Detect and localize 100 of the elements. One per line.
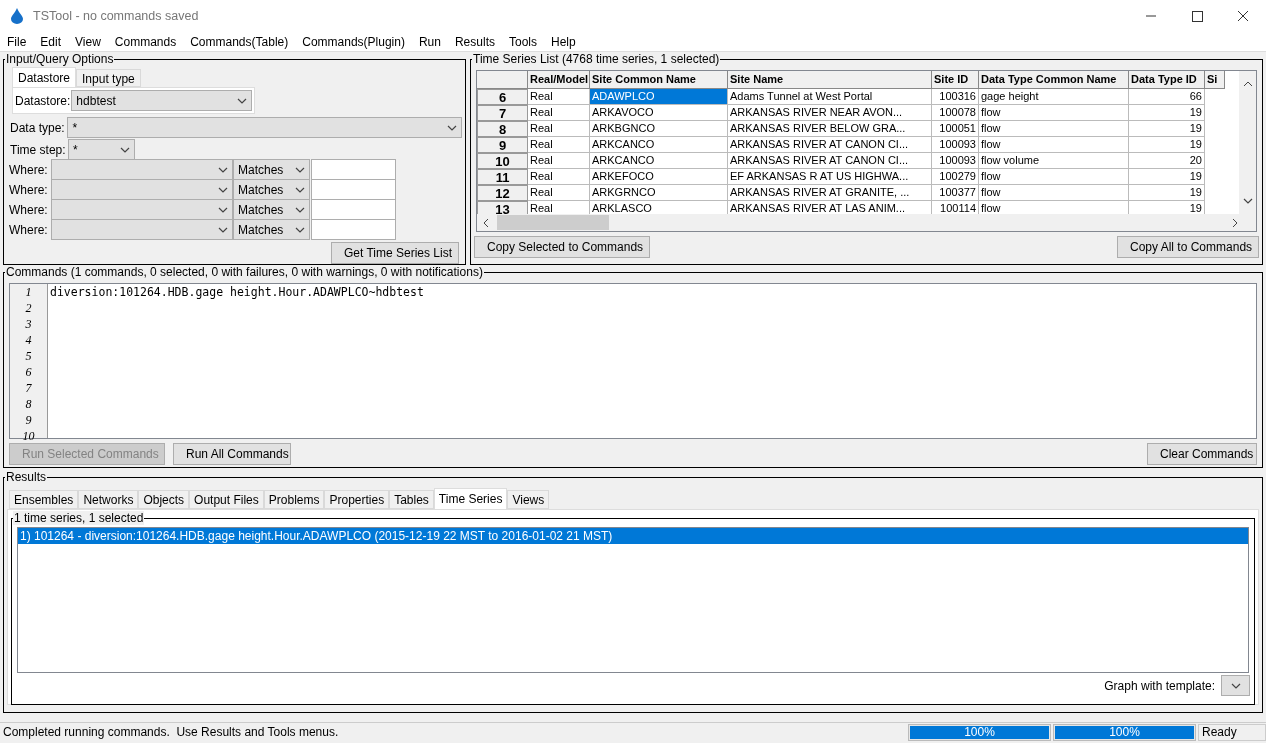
table-cell: flow	[979, 137, 1129, 153]
tab[interactable]: Datastore	[12, 67, 77, 87]
scrollbar-thumb[interactable]	[497, 215, 609, 230]
operator-dropdown[interactable]: Matches	[233, 219, 310, 240]
button[interactable]: Run All Commands	[173, 443, 291, 465]
operator-dropdown[interactable]: Matches	[233, 199, 310, 220]
column-header[interactable]: Data Type ID	[1129, 71, 1205, 89]
chevron-down-icon	[218, 206, 228, 213]
table-cell: 100316	[932, 89, 979, 105]
dropdown[interactable]: hdbtest	[71, 90, 252, 111]
line-number: 9	[25, 412, 32, 428]
line-number: 3	[25, 316, 32, 332]
table-cell: ARKCANCO	[590, 153, 728, 169]
menu-item[interactable]: Commands(Table)	[183, 32, 296, 51]
line-number: 2	[25, 300, 32, 316]
table-cell: 19	[1129, 105, 1205, 121]
column-header[interactable]: Site ID	[932, 71, 979, 89]
menu-item[interactable]: Commands(Plugin)	[295, 32, 412, 51]
table-cell: flow	[979, 121, 1129, 137]
where-dropdown[interactable]	[51, 219, 233, 240]
button[interactable]: Get Time Series List	[331, 242, 459, 264]
line-number: 8	[25, 396, 32, 412]
progress-reading: 100%	[963, 724, 996, 740]
menu-item[interactable]: Results	[447, 32, 502, 51]
chevron-down-icon	[1230, 682, 1241, 689]
menu-item[interactable]: Run	[411, 32, 448, 51]
status-message: Completed running commands. Use Results and Tools menus.	[2, 724, 340, 741]
input-field[interactable]	[311, 179, 396, 200]
table-cell: ARKAVOCO	[590, 105, 728, 121]
where-dropdown[interactable]	[51, 159, 233, 180]
chevron-down-icon	[295, 226, 305, 233]
table-cell: 66	[1129, 89, 1205, 105]
input-field[interactable]	[311, 159, 396, 180]
table-cell: ARKANSAS RIVER AT CANON CI...	[728, 153, 932, 169]
input-field[interactable]	[311, 199, 396, 220]
chevron-down-icon	[237, 97, 247, 104]
where-dropdown[interactable]	[51, 179, 233, 200]
tab[interactable]: Time Series	[433, 488, 508, 509]
menu-item[interactable]: Commands	[107, 32, 184, 51]
window-title: TSTool - no commands saved	[33, 7, 199, 25]
tab[interactable]: Views	[507, 490, 550, 509]
field-label: Where:	[9, 161, 49, 179]
menu-item[interactable]: Edit	[33, 32, 69, 51]
column-header[interactable]: Real/Model	[528, 71, 590, 89]
input-field[interactable]	[311, 219, 396, 240]
tab[interactable]: Tables	[389, 490, 434, 509]
row-number: 11	[477, 169, 528, 185]
table-cell: Real	[528, 137, 590, 153]
row-number: 7	[477, 105, 528, 121]
row-number: 10	[477, 153, 528, 169]
tab[interactable]: Properties	[324, 490, 390, 509]
button[interactable]: Copy All to Commands	[1117, 236, 1259, 258]
operator-dropdown[interactable]: Matches	[233, 159, 310, 180]
menu-item[interactable]: Tools	[501, 32, 544, 51]
tab[interactable]: Output Files	[189, 490, 264, 509]
table-cell: EF ARKANSAS R AT US HIGHWA...	[728, 169, 932, 185]
table-cell: 100279	[932, 169, 979, 185]
menu-item[interactable]: Help	[544, 32, 583, 51]
button[interactable]: Clear Commands	[1147, 443, 1257, 465]
tab[interactable]: Ensembles	[9, 490, 79, 509]
dropdown[interactable]: *	[68, 139, 135, 160]
tab[interactable]: Input type	[76, 69, 141, 87]
table-cell: 100078	[932, 105, 979, 121]
table-cell: ARKGRNCO	[590, 185, 728, 201]
line-number: 5	[25, 348, 32, 364]
chevron-down-icon	[120, 146, 130, 153]
dropdown[interactable]: *	[67, 117, 462, 138]
row-number: 8	[477, 121, 528, 137]
group-title: Input/Query Options	[5, 52, 115, 66]
table-cell: 100051	[932, 121, 979, 137]
row-number: 6	[477, 89, 528, 105]
chevron-down-icon	[295, 206, 305, 213]
table-cell: 19	[1129, 121, 1205, 137]
line-number: 7	[25, 380, 32, 396]
chevron-down-icon	[447, 124, 457, 131]
tab[interactable]: Objects	[138, 490, 190, 509]
list-item[interactable]: 1) 101264 - diversion:101264.HDB.gage height.Hour.ADAWPLCO (2015-12-19 22 MST to 2016-01-02 21 MST)	[18, 528, 1248, 544]
column-header[interactable]: Data Type Common Name	[979, 71, 1129, 89]
column-header[interactable]: Site Common Name	[590, 71, 728, 89]
menu-item[interactable]: View	[68, 32, 108, 51]
field-label: Graph with template:	[1104, 677, 1215, 695]
tab[interactable]: Networks	[78, 490, 139, 509]
chevron-down-icon	[218, 186, 228, 193]
field-label: Where:	[9, 201, 49, 219]
menu-item[interactable]: File	[0, 32, 34, 51]
scroll-right-icon[interactable]	[1232, 217, 1238, 228]
field-label: Where:	[9, 181, 49, 199]
command-line[interactable]: diversion:101264.HDB.gage height.Hour.ADAWPLCO~hdbtest	[50, 284, 424, 300]
where-dropdown[interactable]	[51, 199, 233, 220]
column-header[interactable]: Site Name	[728, 71, 932, 89]
column-header[interactable]: Si	[1205, 71, 1225, 89]
template-dropdown[interactable]	[1221, 675, 1250, 696]
line-number: 4	[25, 332, 32, 348]
button[interactable]: Copy Selected to Commands	[474, 236, 650, 258]
scroll-up-icon[interactable]	[1242, 81, 1253, 87]
operator-dropdown[interactable]: Matches	[233, 179, 310, 200]
scroll-left-icon[interactable]	[483, 217, 489, 228]
line-number: 6	[25, 364, 32, 380]
tab[interactable]: Problems	[263, 490, 325, 509]
table-cell: 19	[1129, 185, 1205, 201]
